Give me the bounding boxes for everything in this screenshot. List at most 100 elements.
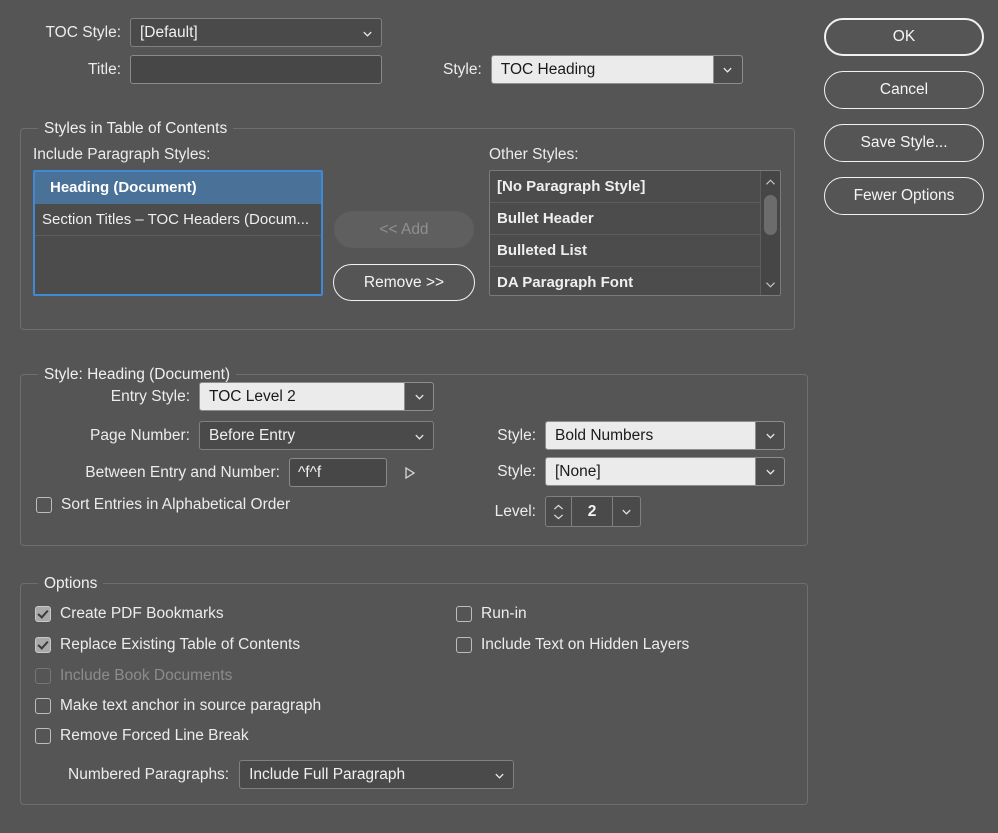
entry-style-dropdown[interactable]: TOC Level 2 [199,382,434,411]
level-row: Level: 2 [488,496,641,527]
run-in-checkbox[interactable] [456,606,472,622]
page-number-style-chevron-button[interactable] [755,422,784,449]
entry-style-row: Entry Style: TOC Level 2 [62,382,434,411]
title-style-label: Style: [443,60,482,78]
special-characters-menu-icon[interactable] [404,466,416,480]
between-entry-and-number-input[interactable]: ^f^f [289,458,387,487]
chevron-down-icon [414,394,424,400]
chevron-down-icon [363,31,372,37]
between-style-label: Style: [497,462,536,480]
ok-button[interactable]: OK [824,18,984,56]
options-group-legend: Options [38,575,104,593]
level-label: Level: [494,502,536,520]
level-value[interactable]: 2 [572,497,613,526]
sort-entries-checkbox[interactable] [36,497,52,513]
title-label: Title: [87,60,121,78]
page-number-label: Page Number: [90,426,190,444]
numbered-paragraphs-value: Include Full Paragraph [249,765,406,783]
include-text-hidden-layers-row[interactable]: Include Text on Hidden Layers [456,637,689,653]
between-entry-and-number-row: Between Entry and Number: ^f^f [62,458,416,487]
level-stepper[interactable]: 2 [545,496,641,527]
page-number-dropdown[interactable]: Before Entry [199,421,434,450]
chevron-down-icon [766,281,775,288]
chevron-up-icon [766,178,775,185]
include-book-documents-row: Include Book Documents [35,668,232,684]
create-pdf-bookmarks-row[interactable]: Create PDF Bookmarks [35,606,224,622]
page-number-style-dropdown[interactable]: Bold Numbers [545,421,785,450]
list-item[interactable]: Bulleted List [490,235,761,267]
remove-forced-line-break-checkbox[interactable] [35,728,51,744]
chevron-down-icon [765,469,775,475]
replace-existing-toc-label: Replace Existing Table of Contents [60,636,301,654]
other-styles-label: Other Styles: [489,146,579,163]
scrollbar-thumb[interactable] [764,195,777,235]
list-item[interactable]: Heading (Document) [35,172,321,204]
replace-existing-toc-checkbox[interactable] [35,637,51,653]
create-pdf-bookmarks-checkbox[interactable] [35,606,51,622]
between-style-dropdown[interactable]: [None] [545,457,785,486]
entry-style-label: Entry Style: [110,387,190,405]
level-stepper-arrows[interactable] [546,497,572,526]
include-paragraph-styles-list[interactable]: Heading (Document) Section Titles – TOC … [33,170,323,296]
replace-existing-toc-row[interactable]: Replace Existing Table of Contents [35,637,300,653]
other-styles-list[interactable]: [No Paragraph Style] Bullet Header Bulle… [489,170,781,296]
dialog-button-column: OK Cancel Save Style... Fewer Options [824,18,984,215]
title-style-dropdown[interactable]: TOC Heading [490,55,743,84]
page-number-style-label: Style: [497,426,536,444]
run-in-row[interactable]: Run-in [456,606,527,622]
make-text-anchor-checkbox[interactable] [35,698,51,714]
other-styles-list-body: [No Paragraph Style] Bullet Header Bulle… [490,171,761,295]
run-in-label: Run-in [481,605,527,623]
toc-style-value: [Default] [140,23,198,41]
title-row: Title: [0,55,382,84]
entry-style-value: TOC Level 2 [209,387,296,405]
page-number-value: Before Entry [209,426,296,444]
title-style-value: TOC Heading [500,60,596,78]
sort-entries-row[interactable]: Sort Entries in Alphabetical Order [36,497,290,513]
numbered-paragraphs-row: Numbered Paragraphs: Include Full Paragr… [68,760,515,789]
add-style-button[interactable]: << Add [334,211,474,248]
chevron-down-icon [553,513,564,519]
entry-style-chevron-button[interactable] [404,383,433,410]
numbered-paragraphs-dropdown[interactable]: Include Full Paragraph [239,760,515,789]
toc-dialog: TOC Style: [Default] Title: Style: TOC H… [0,0,998,833]
page-number-style-row: Style: Bold Numbers [488,421,785,450]
level-dropdown-button[interactable] [613,497,640,526]
between-style-row: Style: [None] [488,457,785,486]
numbered-paragraphs-label: Numbered Paragraphs: [68,765,230,783]
list-item[interactable]: DA Paragraph Font [490,267,761,295]
make-text-anchor-label: Make text anchor in source paragraph [60,697,322,715]
page-number-row: Page Number: Before Entry [62,421,434,450]
between-style-value: [None] [555,462,601,480]
sort-entries-label: Sort Entries in Alphabetical Order [61,496,291,514]
chevron-down-icon [495,773,504,779]
include-book-documents-label: Include Book Documents [60,667,233,685]
include-text-hidden-layers-checkbox[interactable] [456,637,472,653]
chevron-down-icon [723,67,732,73]
chevron-up-icon [553,504,564,510]
cancel-button[interactable]: Cancel [824,71,984,109]
between-entry-and-number-label: Between Entry and Number: [85,463,280,481]
include-text-hidden-layers-label: Include Text on Hidden Layers [481,636,690,654]
make-text-anchor-row[interactable]: Make text anchor in source paragraph [35,698,321,714]
remove-style-button[interactable]: Remove >> [333,264,475,301]
chevron-down-icon [622,509,631,515]
scroll-down-arrow[interactable] [761,275,780,293]
include-paragraph-styles-label: Include Paragraph Styles: [33,146,211,163]
include-book-documents-checkbox [35,668,51,684]
toc-style-label: TOC Style: [45,23,121,41]
remove-forced-line-break-row[interactable]: Remove Forced Line Break [35,728,249,744]
toc-style-dropdown[interactable]: [Default] [130,18,382,47]
fewer-options-button[interactable]: Fewer Options [824,177,984,215]
toc-style-row: TOC Style: [Default] [0,18,382,47]
remove-forced-line-break-label: Remove Forced Line Break [60,727,249,745]
list-item[interactable]: Bullet Header [490,203,761,235]
list-item[interactable]: [No Paragraph Style] [490,171,761,203]
title-input[interactable] [130,55,382,84]
scroll-up-arrow[interactable] [761,173,780,191]
list-item[interactable]: Section Titles – TOC Headers (Docum... [35,204,321,236]
save-style-button[interactable]: Save Style... [824,124,984,162]
between-style-chevron-button[interactable] [755,458,784,485]
other-styles-scrollbar[interactable] [760,171,780,295]
title-style-chevron-button[interactable] [712,56,742,83]
